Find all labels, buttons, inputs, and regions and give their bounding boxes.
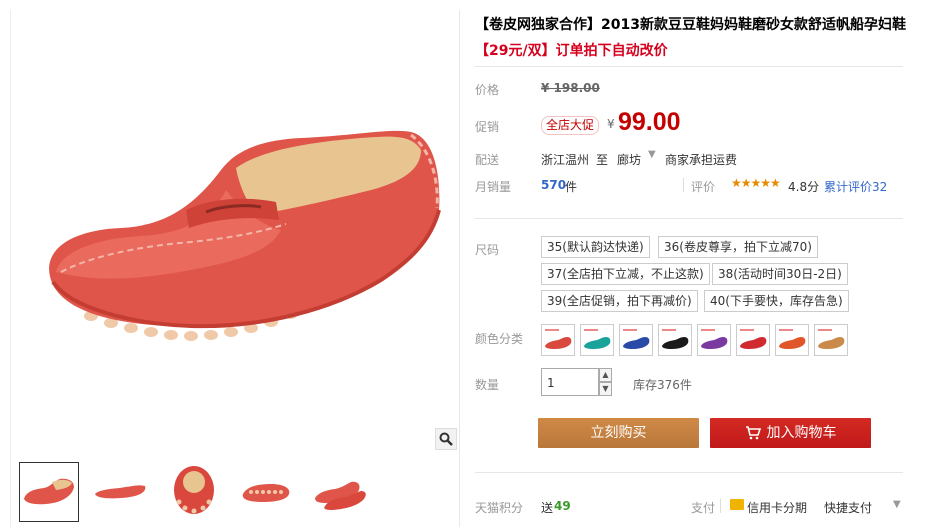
shoe-swatch-icon [623, 329, 650, 349]
sales-label: 月销量 [475, 180, 512, 194]
color-option[interactable] [580, 324, 614, 356]
buy-now-button[interactable]: 立刻购买 [538, 418, 699, 448]
separator [720, 499, 721, 513]
payment-label: 支付 [691, 501, 716, 515]
points-value: 49 [554, 499, 571, 513]
main-product-image[interactable] [11, 10, 459, 455]
stock-count: 库存376件 [633, 378, 692, 392]
red-loafer-illustration [49, 130, 441, 341]
quantity-decrease-button[interactable]: ▼ [599, 382, 612, 396]
divider [475, 218, 903, 219]
thumbnail-3[interactable] [165, 462, 225, 522]
product-subtitle: 【29元/双】订单拍下自动改价 [475, 43, 668, 59]
color-option[interactable] [697, 324, 731, 356]
shoe-swatch-icon [545, 329, 572, 349]
separator [683, 178, 684, 192]
rating-score: 4.8分 [788, 180, 820, 194]
size-option-36[interactable]: 36(卷皮尊享，拍下立减70) [658, 236, 818, 258]
color-option[interactable] [619, 324, 653, 356]
quantity-label: 数量 [475, 378, 500, 392]
shipping-fee: 商家承担运费 [665, 153, 738, 167]
product-gallery [10, 10, 460, 527]
promo-price: 99.00 [618, 108, 681, 136]
shoe-swatch-icon [662, 329, 689, 349]
credit-card-icon [730, 499, 744, 510]
quantity-input[interactable]: 1 [541, 368, 599, 396]
points-prefix: 送 [541, 501, 554, 515]
price-label: 价格 [475, 83, 500, 97]
divider [475, 66, 903, 67]
thumbnail-5[interactable] [311, 462, 371, 522]
divider [475, 472, 903, 473]
destination-select[interactable]: 廊坊 [617, 151, 641, 168]
thumbnail-1[interactable] [19, 462, 79, 522]
thumbnail-4[interactable] [237, 462, 297, 522]
color-option[interactable] [541, 324, 575, 356]
ship-to-word: 至 [596, 153, 609, 167]
reviews-link[interactable]: 累计评价32 [824, 178, 887, 195]
product-title: 【卷皮网独家合作】2013新款豆豆鞋妈妈鞋磨砂女款舒适帆船孕妇鞋 [475, 17, 906, 33]
add-to-cart-label: 加入购物车 [766, 425, 837, 441]
shoe-swatch-icon [779, 329, 806, 349]
quick-pay[interactable]: 快捷支付 [824, 499, 872, 516]
size-option-39[interactable]: 39(全店促销，拍下再减价) [541, 290, 698, 312]
rating-label: 评价 [691, 180, 716, 194]
color-label: 颜色分类 [475, 332, 524, 346]
sales-count: 570 [541, 178, 567, 192]
original-price: ¥ 198.00 [541, 81, 600, 95]
promo-tag: 全店大促 [541, 116, 600, 135]
chevron-down-icon[interactable]: ▼ [648, 149, 656, 160]
shoe-swatch-icon [584, 329, 611, 349]
product-info: 【卷皮网独家合作】2013新款豆豆鞋妈妈鞋磨砂女款舒适帆船孕妇鞋 【29元/双】… [475, 0, 930, 527]
size-label: 尺码 [475, 243, 500, 257]
add-to-cart-button[interactable]: 加入购物车 [710, 418, 871, 448]
quantity-increase-button[interactable]: ▲ [599, 368, 612, 382]
ship-from: 浙江温州 [541, 153, 590, 167]
color-option[interactable] [775, 324, 809, 356]
color-option[interactable] [814, 324, 848, 356]
color-option[interactable] [736, 324, 770, 356]
color-option[interactable] [658, 324, 692, 356]
size-option-40[interactable]: 40(下手要快，库存告急) [704, 290, 849, 312]
magnifier-icon[interactable] [435, 428, 457, 450]
rating-stars-icon: ★★★★★ [731, 176, 781, 190]
currency-symbol: ¥ [607, 117, 615, 131]
shoe-swatch-icon [818, 329, 845, 349]
shoe-swatch-icon [701, 329, 728, 349]
chevron-down-icon[interactable]: ▼ [893, 499, 901, 510]
points-label: 天猫积分 [475, 501, 524, 515]
size-option-35[interactable]: 35(默认韵达快递) [541, 236, 650, 258]
shoe-swatch-icon [740, 329, 767, 349]
shipping-label: 配送 [475, 153, 500, 167]
sales-unit: 件 [565, 180, 578, 194]
cart-icon [745, 426, 761, 440]
thumbnail-2[interactable] [91, 462, 151, 522]
credit-installment[interactable]: 信用卡分期 [747, 499, 807, 516]
size-option-37[interactable]: 37(全店拍下立减，不止这款) [541, 263, 710, 285]
promo-label: 促销 [475, 120, 500, 134]
size-option-38[interactable]: 38(活动时间30日-2日) [712, 263, 848, 285]
thumbnail-strip [17, 462, 457, 524]
